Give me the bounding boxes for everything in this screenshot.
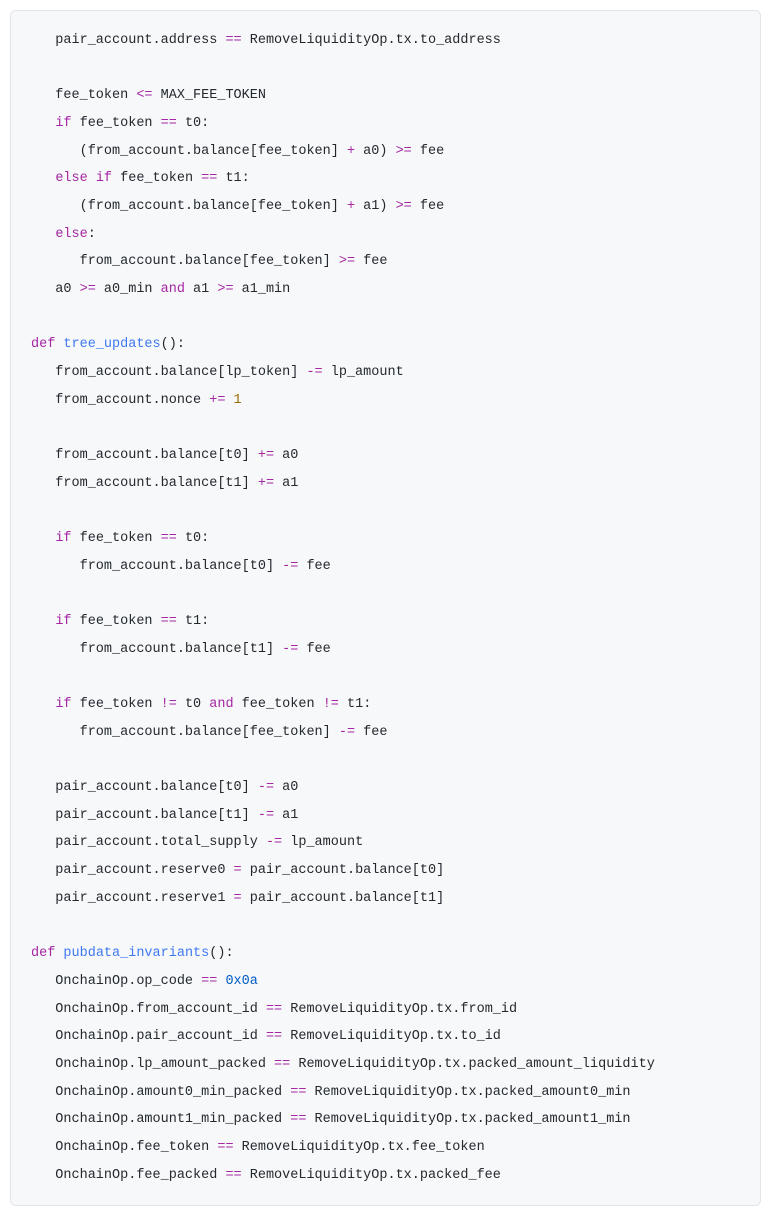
- code-line: OnchainOp.op_code == 0x0a: [31, 968, 740, 996]
- code-line: a0 >= a0_min and a1 >= a1_min: [31, 276, 740, 304]
- code-line: [31, 746, 740, 774]
- code-line: OnchainOp.pair_account_id == RemoveLiqui…: [31, 1023, 740, 1051]
- code-block: pair_account.address == RemoveLiquidityO…: [10, 10, 761, 1206]
- code-line: [31, 55, 740, 83]
- code-line: pair_account.address == RemoveLiquidityO…: [31, 27, 740, 55]
- code-line: OnchainOp.from_account_id == RemoveLiqui…: [31, 996, 740, 1024]
- code-line: if fee_token == t0:: [31, 110, 740, 138]
- code-line: [31, 414, 740, 442]
- code-line: fee_token <= MAX_FEE_TOKEN: [31, 82, 740, 110]
- code-lines-container: pair_account.address == RemoveLiquidityO…: [31, 27, 740, 1189]
- code-line: else:: [31, 221, 740, 249]
- code-line: pair_account.total_supply -= lp_amount: [31, 829, 740, 857]
- code-line: pair_account.reserve0 = pair_account.bal…: [31, 857, 740, 885]
- code-line: from_account.balance[t0] -= fee: [31, 553, 740, 581]
- code-line: pair_account.balance[t1] -= a1: [31, 802, 740, 830]
- code-line: [31, 913, 740, 941]
- code-line: if fee_token == t0:: [31, 525, 740, 553]
- code-line: OnchainOp.amount0_min_packed == RemoveLi…: [31, 1079, 740, 1107]
- code-line: pair_account.balance[t0] -= a0: [31, 774, 740, 802]
- code-line: OnchainOp.fee_token == RemoveLiquidityOp…: [31, 1134, 740, 1162]
- code-line: if fee_token == t1:: [31, 608, 740, 636]
- code-line: (from_account.balance[fee_token] + a0) >…: [31, 138, 740, 166]
- code-line: from_account.balance[t0] += a0: [31, 442, 740, 470]
- code-line: OnchainOp.amount1_min_packed == RemoveLi…: [31, 1106, 740, 1134]
- code-line: def pubdata_invariants():: [31, 940, 740, 968]
- code-line: else if fee_token == t1:: [31, 165, 740, 193]
- code-line: def tree_updates():: [31, 331, 740, 359]
- code-line: OnchainOp.fee_packed == RemoveLiquidityO…: [31, 1162, 740, 1190]
- code-line: from_account.balance[t1] += a1: [31, 470, 740, 498]
- code-line: OnchainOp.lp_amount_packed == RemoveLiqu…: [31, 1051, 740, 1079]
- code-line: [31, 663, 740, 691]
- code-line: pair_account.reserve1 = pair_account.bal…: [31, 885, 740, 913]
- code-line: from_account.balance[fee_token] >= fee: [31, 248, 740, 276]
- code-line: from_account.balance[fee_token] -= fee: [31, 719, 740, 747]
- code-line: (from_account.balance[fee_token] + a1) >…: [31, 193, 740, 221]
- code-line: from_account.balance[lp_token] -= lp_amo…: [31, 359, 740, 387]
- code-line: from_account.nonce += 1: [31, 387, 740, 415]
- code-line: [31, 304, 740, 332]
- code-line: [31, 580, 740, 608]
- code-line: [31, 497, 740, 525]
- code-line: if fee_token != t0 and fee_token != t1:: [31, 691, 740, 719]
- code-line: from_account.balance[t1] -= fee: [31, 636, 740, 664]
